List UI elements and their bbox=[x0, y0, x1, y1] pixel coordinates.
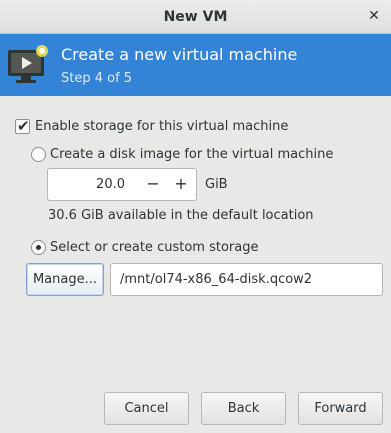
disk-size-spinbutton[interactable]: 20.0 − + bbox=[47, 168, 197, 201]
custom-storage-path-input[interactable]: /mnt/ol74-x86_64-disk.qcow2 bbox=[110, 263, 383, 296]
custom-storage-radio[interactable] bbox=[31, 240, 46, 255]
title-bar: New VM ✕ bbox=[0, 0, 391, 34]
enable-storage-label[interactable]: Enable storage for this virtual machine bbox=[35, 119, 288, 134]
custom-storage-label[interactable]: Select or create custom storage bbox=[50, 240, 258, 255]
virtual-machine-monitor-icon bbox=[8, 45, 48, 83]
available-space-text: 30.6 GiB available in the default locati… bbox=[48, 208, 314, 223]
new-vm-window: New VM ✕ Create a new virtual machine St… bbox=[0, 0, 391, 433]
cancel-button[interactable]: Cancel bbox=[104, 392, 189, 425]
disk-size-unit: GiB bbox=[205, 177, 228, 192]
close-icon[interactable]: ✕ bbox=[366, 8, 382, 24]
wizard-header: Create a new virtual machine Step 4 of 5 bbox=[0, 34, 391, 96]
create-disk-label[interactable]: Create a disk image for the virtual mach… bbox=[50, 147, 333, 162]
radio-selected-dot bbox=[36, 245, 41, 250]
wizard-heading: Create a new virtual machine bbox=[61, 45, 298, 64]
forward-button[interactable]: Forward bbox=[298, 392, 383, 425]
wizard-step-indicator: Step 4 of 5 bbox=[61, 71, 133, 86]
manage-storage-button[interactable]: Manage... bbox=[26, 263, 104, 296]
back-button[interactable]: Back bbox=[201, 392, 286, 425]
enable-storage-checkbox[interactable]: ✔ bbox=[15, 117, 30, 135]
increase-size-button[interactable]: + bbox=[164, 169, 198, 200]
create-disk-radio[interactable] bbox=[31, 147, 46, 162]
checkmark-icon: ✔ bbox=[17, 117, 30, 135]
window-title: New VM bbox=[163, 9, 228, 25]
disk-size-value[interactable]: 20.0 bbox=[48, 177, 125, 192]
